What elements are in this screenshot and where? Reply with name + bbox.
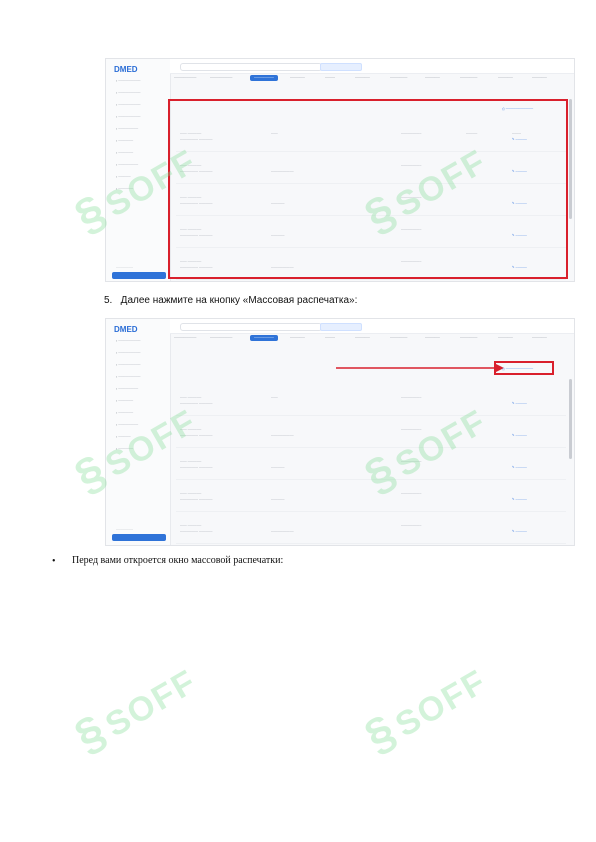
tab[interactable]: ───────── [174,76,196,80]
search-button[interactable] [320,63,362,71]
topbar [170,319,574,334]
sidebar-item: ▪ ───────── [116,351,141,355]
scrollbar[interactable] [569,99,572,219]
sidebar-item: ▪ ───────── [116,115,141,119]
sidebar-item: ▪ ───────── [116,339,141,343]
tab[interactable]: ────── [290,336,305,340]
search-input[interactable] [180,323,322,331]
search-button[interactable] [320,323,362,331]
sidebar-item: ▪ ────── [116,399,134,403]
scrollbar[interactable] [569,379,572,459]
tab[interactable]: ────── [425,336,440,340]
tab[interactable]: ────── [290,76,305,80]
sidebar-item: ▪ ──────── [116,127,139,131]
table-row[interactable]: ─── ────── ──────── ────── ────── ──────… [176,481,566,512]
table-row[interactable]: ─── ────── ──────── ────── ────────── ──… [176,513,566,544]
tab[interactable]: ───────── [210,76,232,80]
sidebar-item: ▪ ────── [116,411,134,415]
sidebar-item: ▪ ───────── [116,375,141,379]
tab[interactable]: ─────── [390,76,407,80]
sidebar-item: ▪ ────── [116,139,134,143]
tab[interactable]: ─────── [460,336,477,340]
tab[interactable]: ──── [325,76,335,80]
sidebar-footer: ──────── [116,527,134,531]
search-input[interactable] [180,63,322,71]
step-5-caption: 5. Далее нажмите на кнопку «Массовая рас… [104,295,358,306]
tab[interactable]: ─────── [460,76,477,80]
tab[interactable]: ────── [498,336,513,340]
table-row[interactable]: ─── ────── ──────── ────── ────────── ──… [176,417,566,448]
app-logo: DMED [114,65,138,74]
tab[interactable]: ────── [532,336,547,340]
tab-active[interactable]: ──────── [250,75,278,81]
tab[interactable]: ────── [355,336,370,340]
tab-bar: ───────── ───────── ──────── ────── ────… [170,73,574,85]
tab[interactable]: ────── [425,76,440,80]
app-logo: DMED [114,325,138,334]
sidebar-item: ▪ ──────── [116,387,139,391]
tab-bar: ───────── ───────── ──────── ────── ────… [170,333,574,345]
pointer-arrow [336,364,504,372]
tab[interactable]: ───────── [174,336,196,340]
bullet-marker: • [52,556,56,567]
sidebar-item: ▪ ───────── [116,79,141,83]
watermark: §SOFF [355,662,494,763]
highlight-frame [494,361,554,375]
tab[interactable]: ────── [532,76,547,80]
tab[interactable]: ────── [355,76,370,80]
topbar [170,59,574,74]
sidebar-item: ▪ ───────── [116,103,141,107]
sidebar-item: ▪ ────── [116,151,134,155]
bullet-text: Перед вами откроется окно массовой распе… [72,555,284,566]
sidebar-item: ▪ ───────── [116,91,141,95]
sidebar-action-button[interactable] [112,534,166,541]
tab[interactable]: ─────── [390,336,407,340]
tab-active[interactable]: ──────── [250,335,278,341]
watermark: §SOFF [65,662,204,763]
sidebar-footer: ──────── [116,265,134,269]
sidebar-action-button[interactable] [112,272,166,279]
sidebar-item: ▪ ───────── [116,363,141,367]
tab[interactable]: ──── [325,336,335,340]
table-row[interactable]: ─── ────── ──────── ────── ─── ─────────… [176,385,566,416]
tab[interactable]: ────── [498,76,513,80]
tab[interactable]: ───────── [210,336,232,340]
